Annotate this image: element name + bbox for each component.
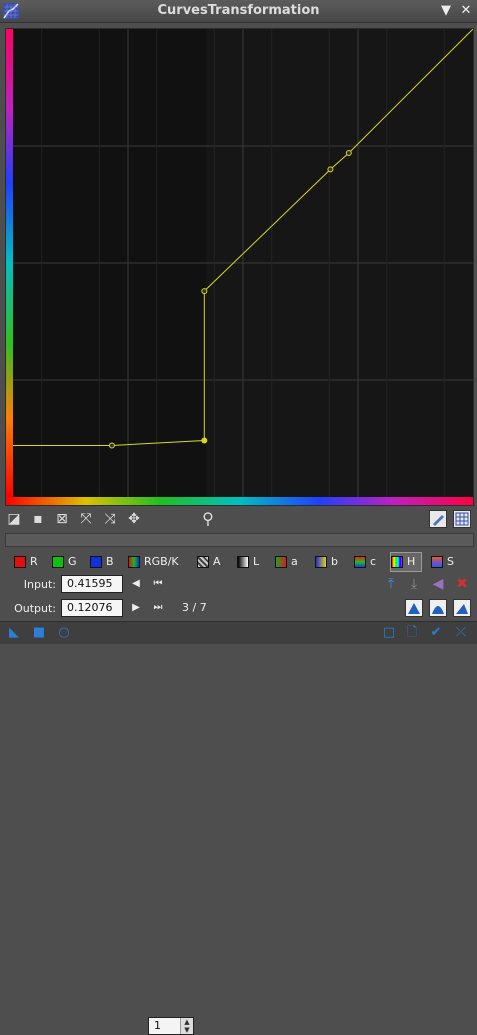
channel-swatch [237,556,249,568]
output-label: Output: [14,602,56,615]
first-point-icon[interactable]: ⏮ [151,576,165,592]
pencil-icon [433,515,444,526]
zoom-fit-icon[interactable]: ⤧ [77,510,95,528]
channel-swatch [431,556,443,568]
interp-linear-button[interactable] [453,599,471,617]
channel-b-lab[interactable]: b [315,553,343,571]
point-counter: 3 / 7 [182,601,207,614]
show-curve-button[interactable] [429,510,447,528]
bottom-bar: ◣ ■ ○ □ 🗋 ✔ ⤫ [0,621,477,644]
delete-mode-icon[interactable]: ⊠ [53,510,71,528]
channel-s[interactable]: S [431,553,459,571]
last-point-icon[interactable]: ⏭ [151,600,165,616]
channel-selector: R G B RGB/K A L a b c H S [0,552,477,572]
cubic-icon [432,606,444,614]
document-icon[interactable]: 🗋 [404,625,420,641]
vertical-hue-bar [6,29,13,497]
akima-icon [408,603,420,614]
show-grid-button[interactable] [453,510,471,528]
channel-swatch [275,556,287,568]
channel-r[interactable]: R [14,553,42,571]
magnifier-icon[interactable]: ⚲ [199,510,217,528]
curve-point[interactable] [201,437,208,444]
output-field[interactable]: 0.12076 [61,599,123,617]
new-instance-icon[interactable]: ◣ [6,625,22,641]
horizontal-hue-bar [6,497,473,505]
zoom-reset-icon[interactable]: ⤨ [101,510,119,528]
store-down-icon[interactable]: ⤓ [405,575,423,593]
channel-swatch [391,556,403,568]
window-title: CurvesTransformation [157,3,320,18]
channel-l[interactable]: L [237,553,265,571]
real-time-preview-icon[interactable]: ○ [56,625,72,641]
channel-swatch [90,556,102,568]
grid-icon [455,512,469,526]
channel-h[interactable]: H [390,552,422,572]
channel-b[interactable]: B [90,553,118,571]
curve-point[interactable] [201,288,208,295]
curve-editor[interactable] [5,28,474,506]
channel-swatch [128,556,140,568]
input-label: Input: [23,578,56,591]
pin-icon[interactable]: ▼ [438,3,454,19]
preview-window-icon[interactable]: □ [381,625,397,641]
curve-point[interactable] [327,166,334,173]
spin-arrows-icon[interactable]: ▲ ▼ [180,1018,193,1034]
zoom-value: 1 [154,1019,161,1032]
apply-icon[interactable]: ✔ [428,625,444,641]
channel-swatch [197,556,209,568]
channel-swatch [52,556,64,568]
previous-point-icon[interactable]: ◀ [129,576,143,592]
toolbar: ◪ ▪ ⊠ ⤧ ⤨ ✥ 1 ▲ ▼ ⚲ [0,507,477,1035]
curve-point[interactable] [345,150,352,157]
channel-c[interactable]: c [354,553,382,571]
channel-rgbk[interactable]: RGB/K [128,553,184,571]
channel-swatch [354,556,366,568]
interp-cubic-button[interactable] [429,599,447,617]
input-field[interactable]: 0.41595 [61,575,123,593]
zoom-spinbox[interactable]: 1 ▲ ▼ [148,1017,194,1035]
pan-icon[interactable]: ✥ [125,510,143,528]
title-bar: CurvesTransformation ▼ ✕ [0,0,477,23]
reset-all-icon[interactable]: ⤫ [453,625,469,641]
status-bar [5,533,474,547]
linear-icon [456,604,468,614]
channel-a-lab[interactable]: a [275,553,303,571]
close-icon[interactable]: ✕ [458,3,474,19]
channel-g[interactable]: G [52,553,80,571]
apply-global-icon[interactable]: ■ [31,625,47,641]
next-point-icon[interactable]: ▶ [129,600,143,616]
reset-icon[interactable]: ✖ [453,575,471,593]
curve-graph[interactable] [6,29,473,505]
select-mode-icon[interactable]: ▪ [29,510,47,528]
channel-swatch [14,556,26,568]
reverse-icon[interactable]: ◀ [429,575,447,593]
channel-swatch [315,556,327,568]
edit-mode-icon[interactable]: ◪ [5,510,23,528]
channel-a[interactable]: A [197,553,225,571]
curve-point[interactable] [108,442,115,449]
interp-akima-button[interactable] [405,599,423,617]
store-up-icon[interactable]: ⤒ [382,575,400,593]
